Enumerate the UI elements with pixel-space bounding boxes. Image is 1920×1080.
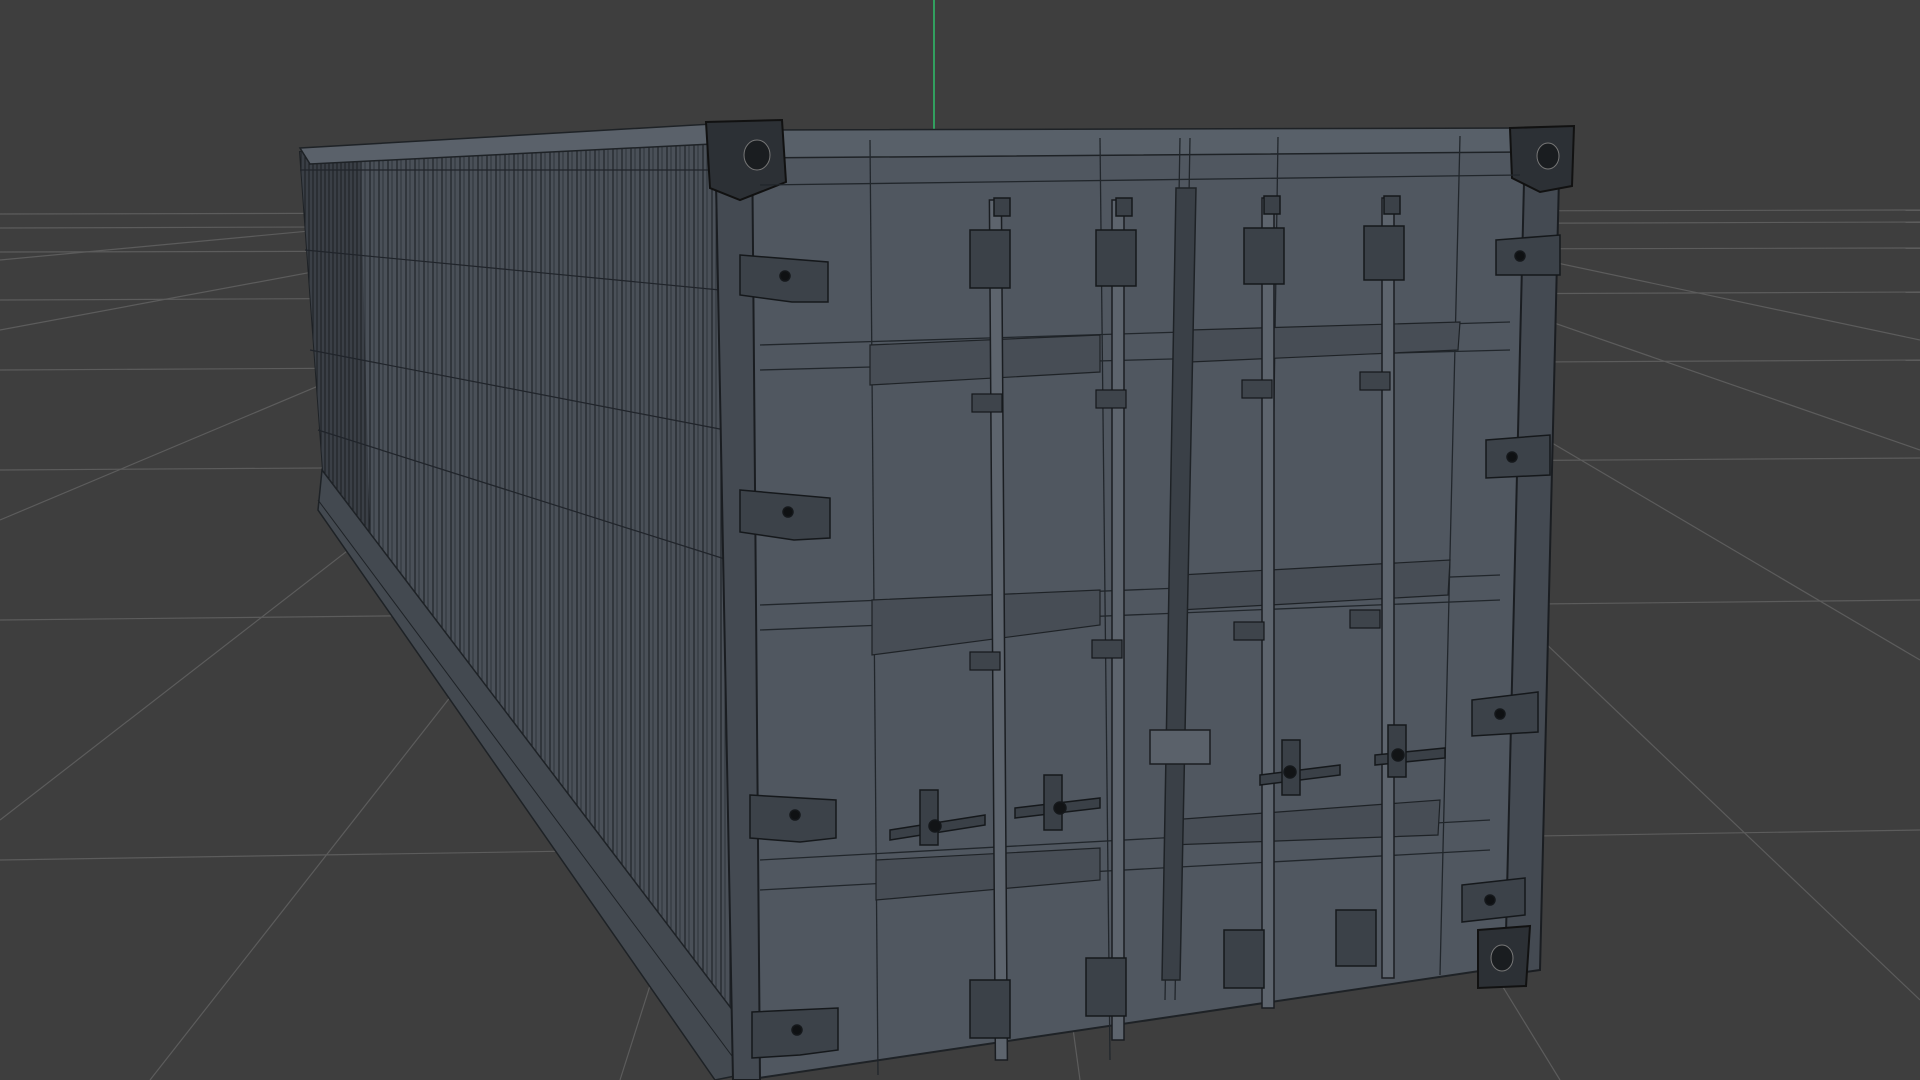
viewport-scene[interactable] — [0, 0, 1920, 1080]
corner-casting-top-right — [1508, 124, 1576, 194]
top-header — [751, 127, 1531, 159]
container-door-face — [744, 138, 1550, 1080]
customs-seal-box — [1149, 729, 1211, 765]
3d-viewport[interactable] — [0, 0, 1920, 1080]
corner-casting-bottom-right — [1477, 924, 1532, 990]
